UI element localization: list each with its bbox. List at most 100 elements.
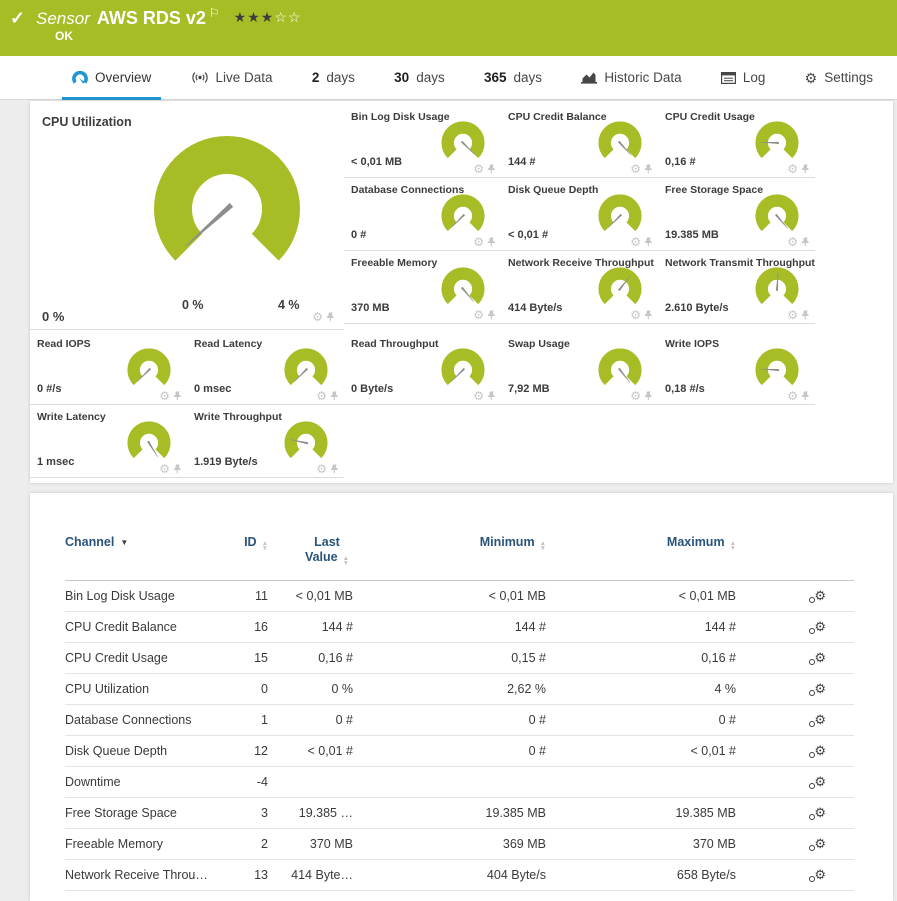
tab-label: days <box>514 70 543 85</box>
channel-id: 0 <box>220 674 268 705</box>
channel-name[interactable]: Bin Log Disk Usage <box>65 581 220 612</box>
channel-name[interactable]: Database Connections <box>65 705 220 736</box>
pin-icon[interactable] <box>644 310 654 321</box>
channel-settings-icon[interactable]: ⚙ <box>814 775 826 788</box>
write-iops-gauge <box>754 345 800 391</box>
gear-icon[interactable]: ⚙ <box>473 236 484 248</box>
gauge-tile-disk-queue-depth[interactable]: Disk Queue Depth< 0,01 #⚙ <box>501 178 658 251</box>
channel-name[interactable]: CPU Credit Usage <box>65 643 220 674</box>
gauge-tile-read-iops[interactable]: Read IOPS0 #/s⚙ <box>30 332 187 405</box>
gear-icon[interactable]: ⚙ <box>787 163 798 175</box>
gear-icon[interactable]: ⚙ <box>159 463 170 475</box>
gauge-tile-bin-log-disk-usage[interactable]: Bin Log Disk Usage< 0,01 MB⚙ <box>344 105 501 178</box>
channel-name[interactable]: Free Storage Space <box>65 798 220 829</box>
gauge-tile-database-connections[interactable]: Database Connections0 #⚙ <box>344 178 501 251</box>
gear-icon[interactable]: ⚙ <box>312 311 323 323</box>
column-header-minimum[interactable]: Minimum▲▼ <box>353 519 546 581</box>
gauge-tile-network-transmit-throughput[interactable]: Network Transmit Throughput2.610 Byte/s⚙ <box>658 251 815 324</box>
channel-last-value: 0 # <box>268 705 353 736</box>
pin-icon[interactable] <box>330 391 340 402</box>
channel-name[interactable]: Freeable Memory <box>65 829 220 860</box>
gear-icon[interactable]: ⚙ <box>630 163 641 175</box>
pin-icon[interactable] <box>173 464 183 475</box>
gauge-tile-cpu-utilization[interactable]: CPU Utilization 0 % 4 % 0 % ⚙ <box>30 105 344 330</box>
channel-settings-icon[interactable]: ⚙ <box>814 744 826 757</box>
pin-icon[interactable] <box>487 310 497 321</box>
live-icon <box>191 71 209 84</box>
pin-icon[interactable] <box>487 391 497 402</box>
tab-label: Settings <box>824 70 873 85</box>
column-header-channel[interactable]: Channel▼ <box>65 519 220 581</box>
gauge-tile-write-throughput[interactable]: Write Throughput1.919 Byte/s⚙ <box>187 405 344 478</box>
pin-icon[interactable] <box>801 237 811 248</box>
channel-name[interactable]: CPU Credit Balance <box>65 612 220 643</box>
tab-30-days[interactable]: 30days <box>380 56 459 99</box>
pin-icon[interactable] <box>487 164 497 175</box>
gauge-tile-free-storage-space[interactable]: Free Storage Space19.385 MB⚙ <box>658 178 815 251</box>
column-header-maximum[interactable]: Maximum▲▼ <box>546 519 736 581</box>
gear-icon[interactable]: ⚙ <box>787 309 798 321</box>
channel-minimum: 2,62 % <box>353 674 546 705</box>
channel-settings-icon[interactable]: ⚙ <box>814 589 826 602</box>
channel-settings-icon[interactable]: ⚙ <box>814 868 826 881</box>
gauge-tile-swap-usage[interactable]: Swap Usage7,92 MB⚙ <box>501 332 658 405</box>
tab-live-data[interactable]: Live Data <box>177 56 287 99</box>
tab-2-days[interactable]: 2days <box>298 56 369 99</box>
gear-icon[interactable]: ⚙ <box>473 163 484 175</box>
tab-settings[interactable]: ⚙Settings <box>791 56 887 99</box>
channel-name[interactable]: CPU Utilization <box>65 674 220 705</box>
tab-365-days[interactable]: 365days <box>470 56 556 99</box>
tab-historic-data[interactable]: Historic Data <box>567 56 695 99</box>
gear-icon[interactable]: ⚙ <box>473 309 484 321</box>
pin-icon[interactable] <box>801 164 811 175</box>
gauge-tile-write-latency[interactable]: Write Latency1 msec⚙ <box>30 405 187 478</box>
gear-icon[interactable]: ⚙ <box>316 463 327 475</box>
tab-label: Live Data <box>216 70 273 85</box>
pin-icon[interactable] <box>801 310 811 321</box>
gear-icon[interactable]: ⚙ <box>630 236 641 248</box>
channel-settings-icon[interactable]: ⚙ <box>814 620 826 633</box>
priority-stars[interactable]: ★★★☆☆ <box>234 9 302 25</box>
gear-icon[interactable]: ⚙ <box>473 390 484 402</box>
flag-icon[interactable]: ⚐ <box>209 6 220 20</box>
gauge-tile-network-receive-throughput[interactable]: Network Receive Throughput414 Byte/s⚙ <box>501 251 658 324</box>
pin-icon[interactable] <box>330 464 340 475</box>
channel-settings-icon[interactable]: ⚙ <box>814 806 826 819</box>
gauge-value: 1 msec <box>37 456 74 468</box>
channel-settings-icon[interactable]: ⚙ <box>814 713 826 726</box>
gauge-tile-freeable-memory[interactable]: Freeable Memory370 MB⚙ <box>344 251 501 324</box>
gauge-tile-read-throughput[interactable]: Read Throughput0 Byte/s⚙ <box>344 332 501 405</box>
gauge-tile-read-latency[interactable]: Read Latency0 msec⚙ <box>187 332 344 405</box>
gauge-tile-cpu-credit-usage[interactable]: CPU Credit Usage 0,16 # ⚙ <box>658 105 815 178</box>
pin-icon[interactable] <box>644 237 654 248</box>
gear-icon[interactable]: ⚙ <box>787 236 798 248</box>
gauge-value: 2.610 Byte/s <box>665 302 729 314</box>
tab-overview[interactable]: Overview <box>58 56 165 99</box>
gear-icon[interactable]: ⚙ <box>630 309 641 321</box>
gauge-value: 0,16 # <box>665 156 696 168</box>
gear-icon[interactable]: ⚙ <box>630 390 641 402</box>
column-header-last-value[interactable]: LastValue▲▼ <box>268 519 353 581</box>
channel-name[interactable]: Disk Queue Depth <box>65 736 220 767</box>
channel-name[interactable]: Network Receive Throu… <box>65 860 220 891</box>
tab-log[interactable]: Log <box>707 56 780 99</box>
channel-id: -4 <box>220 767 268 798</box>
channel-settings-icon[interactable]: ⚙ <box>814 837 826 850</box>
pin-icon[interactable] <box>644 164 654 175</box>
tab-number: 30 <box>394 70 409 85</box>
pin-icon[interactable] <box>487 237 497 248</box>
gauge-tile-cpu-credit-balance[interactable]: CPU Credit Balance144 #⚙ <box>501 105 658 178</box>
pin-icon[interactable] <box>644 391 654 402</box>
pin-icon[interactable] <box>173 391 183 402</box>
gear-icon[interactable]: ⚙ <box>787 390 798 402</box>
channel-settings-icon[interactable]: ⚙ <box>814 651 826 664</box>
gauge-title: CPU Credit Usage <box>665 111 755 123</box>
gauge-tile-write-iops[interactable]: Write IOPS0,18 #/s⚙ <box>658 332 815 405</box>
column-header-id[interactable]: ID▲▼ <box>220 519 268 581</box>
channel-settings-icon[interactable]: ⚙ <box>814 682 826 695</box>
channel-name[interactable]: Downtime <box>65 767 220 798</box>
gear-icon[interactable]: ⚙ <box>159 390 170 402</box>
pin-icon[interactable] <box>801 391 811 402</box>
pin-icon[interactable] <box>326 312 336 323</box>
gear-icon[interactable]: ⚙ <box>316 390 327 402</box>
